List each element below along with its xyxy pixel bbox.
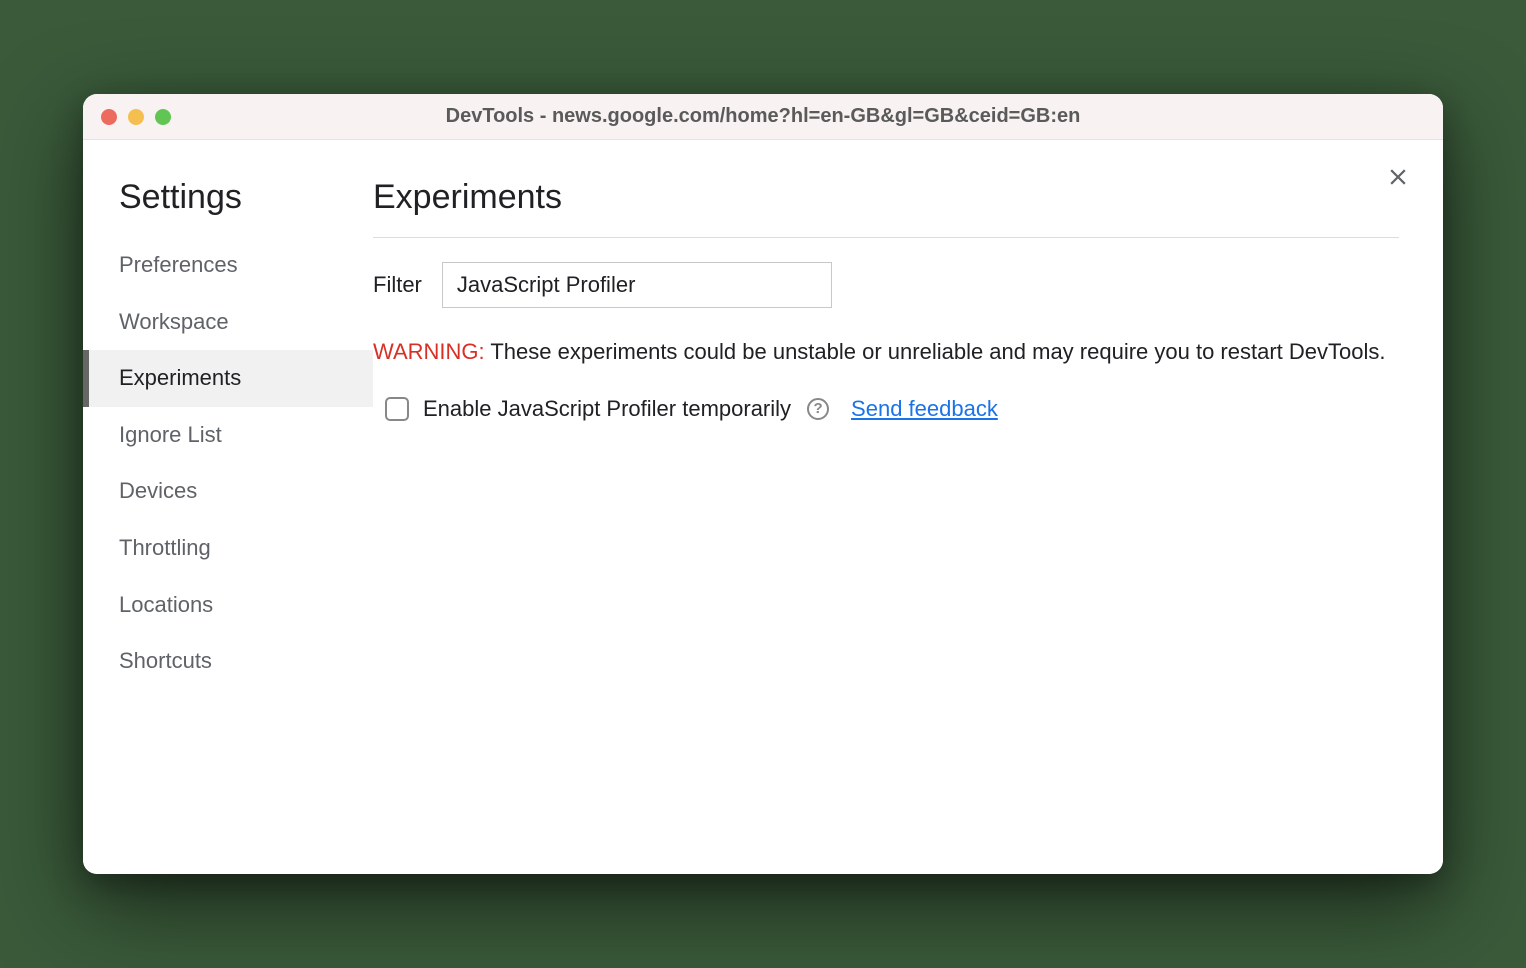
filter-input[interactable] bbox=[442, 262, 832, 308]
devtools-window: DevTools - news.google.com/home?hl=en-GB… bbox=[83, 94, 1443, 874]
filter-label: Filter bbox=[373, 272, 422, 298]
sidebar-item-preferences[interactable]: Preferences bbox=[83, 237, 373, 294]
sidebar-item-devices[interactable]: Devices bbox=[83, 463, 373, 520]
send-feedback-link[interactable]: Send feedback bbox=[851, 396, 998, 422]
sidebar-item-experiments[interactable]: Experiments bbox=[83, 350, 373, 407]
experiment-label: Enable JavaScript Profiler temporarily bbox=[423, 396, 791, 422]
warning-text: WARNING: These experiments could be unst… bbox=[373, 336, 1399, 368]
traffic-lights bbox=[101, 109, 171, 125]
window-zoom-button[interactable] bbox=[155, 109, 171, 125]
sidebar-item-ignore-list[interactable]: Ignore List bbox=[83, 407, 373, 464]
experiment-row: Enable JavaScript Profiler temporarily ?… bbox=[373, 396, 1399, 422]
sidebar-item-throttling[interactable]: Throttling bbox=[83, 520, 373, 577]
filter-row: Filter bbox=[373, 262, 1399, 308]
sidebar-item-locations[interactable]: Locations bbox=[83, 577, 373, 634]
settings-sidebar: Settings Preferences Workspace Experimen… bbox=[83, 140, 373, 874]
window-title: DevTools - news.google.com/home?hl=en-GB… bbox=[446, 105, 1081, 128]
close-icon bbox=[1385, 164, 1411, 190]
warning-prefix: WARNING: bbox=[373, 339, 485, 364]
sidebar-item-shortcuts[interactable]: Shortcuts bbox=[83, 633, 373, 690]
experiment-checkbox[interactable] bbox=[385, 397, 409, 421]
window-minimize-button[interactable] bbox=[128, 109, 144, 125]
sidebar-title: Settings bbox=[83, 178, 373, 237]
settings-content: Settings Preferences Workspace Experimen… bbox=[83, 140, 1443, 874]
warning-body: These experiments could be unstable or u… bbox=[485, 339, 1386, 364]
page-title: Experiments bbox=[373, 178, 1399, 238]
settings-close-button[interactable] bbox=[1385, 164, 1411, 190]
help-icon[interactable]: ? bbox=[807, 398, 829, 420]
settings-main: Experiments Filter WARNING: These experi… bbox=[373, 140, 1443, 874]
sidebar-item-workspace[interactable]: Workspace bbox=[83, 294, 373, 351]
window-titlebar: DevTools - news.google.com/home?hl=en-GB… bbox=[83, 94, 1443, 140]
window-close-button[interactable] bbox=[101, 109, 117, 125]
